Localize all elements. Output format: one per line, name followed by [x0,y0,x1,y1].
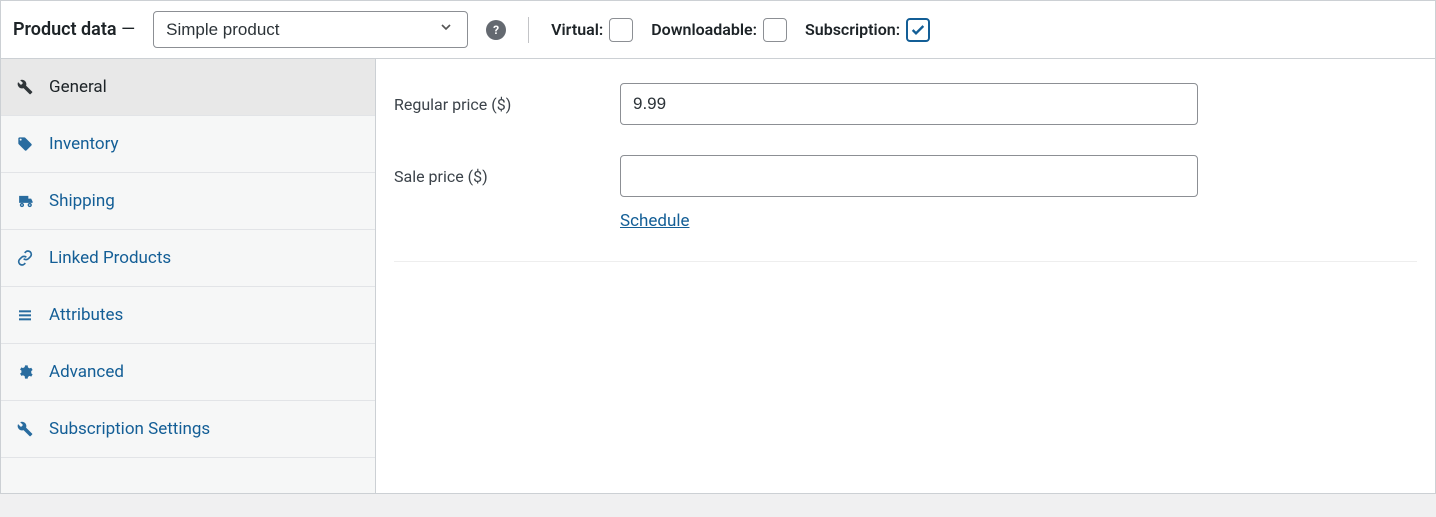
sale-price-label: Sale price ($) [394,155,620,186]
tab-label: Attributes [49,305,123,325]
subscription-checkbox[interactable] [906,18,930,42]
sale-price-input[interactable] [620,155,1198,197]
tag-icon [15,136,35,152]
tab-label: Shipping [49,191,115,211]
tab-label: Advanced [49,362,124,382]
subscription-label: Subscription: [805,20,900,39]
tabs-sidebar: General Inventory Shipping Linked Produc… [1,59,376,493]
panel-header: Product data — Simple product ? Virtual:… [1,1,1435,59]
regular-price-row: Regular price ($) [394,83,1417,125]
virtual-label: Virtual: [551,20,603,39]
tab-inventory[interactable]: Inventory [1,116,375,173]
product-type-select[interactable]: Simple product [153,11,468,48]
schedule-link[interactable]: Schedule [620,211,689,231]
wrench-icon [15,79,35,95]
virtual-group: Virtual: [551,18,633,42]
subscription-group: Subscription: [805,18,930,42]
wrench-icon [15,421,35,437]
link-icon [15,250,35,266]
product-type-select-wrap: Simple product [153,11,468,48]
list-icon [15,307,35,323]
tab-shipping[interactable]: Shipping [1,173,375,230]
sale-price-row: Sale price ($) Schedule [394,155,1417,231]
panel-title: Product data — [13,19,135,40]
tab-label: Inventory [49,134,119,154]
downloadable-group: Downloadable: [651,18,787,42]
section-divider [394,261,1417,262]
tab-subscription-settings[interactable]: Subscription Settings [1,401,375,458]
tab-label: Subscription Settings [49,419,210,439]
regular-price-label: Regular price ($) [394,83,620,114]
tab-advanced[interactable]: Advanced [1,344,375,401]
tab-attributes[interactable]: Attributes [1,287,375,344]
title-dash: — [121,19,135,40]
tab-label: General [49,77,107,97]
tab-content: Regular price ($) Sale price ($) Schedul… [376,59,1435,493]
product-data-panel: Product data — Simple product ? Virtual:… [0,0,1436,494]
regular-price-field-wrap [620,83,1198,125]
sale-price-field-wrap: Schedule [620,155,1198,231]
tab-general[interactable]: General [1,59,375,116]
gear-icon [15,364,35,380]
panel-body: General Inventory Shipping Linked Produc… [1,59,1435,493]
downloadable-label: Downloadable: [651,20,757,39]
help-icon[interactable]: ? [486,20,506,40]
tab-label: Linked Products [49,248,171,268]
virtual-checkbox[interactable] [609,18,633,42]
title-text: Product data [13,19,117,40]
regular-price-input[interactable] [620,83,1198,125]
downloadable-checkbox[interactable] [763,18,787,42]
separator [528,17,529,43]
tab-linked-products[interactable]: Linked Products [1,230,375,287]
truck-icon [15,193,35,210]
